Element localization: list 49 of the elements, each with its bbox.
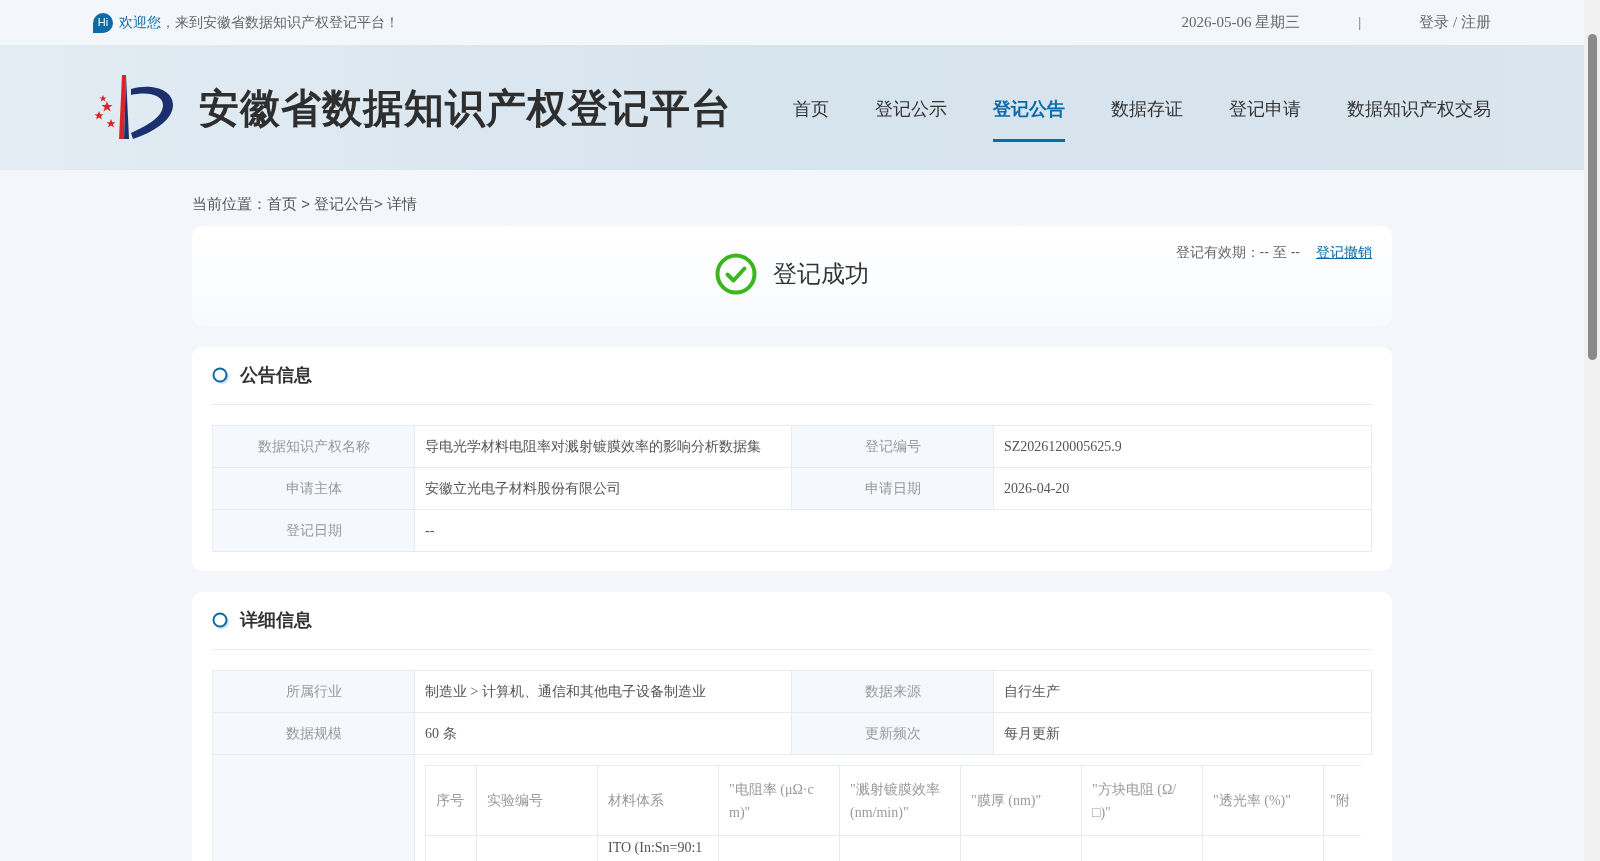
- nav-tab[interactable]: 登记公示: [875, 79, 947, 142]
- field-value: --: [415, 510, 1372, 552]
- field-label: 所属行业: [213, 671, 415, 713]
- table-header-cell: 材料体系: [597, 765, 719, 836]
- table-header-cell: 实验编号: [476, 765, 598, 836]
- table-header-cell: "附: [1323, 765, 1361, 836]
- field-label: 更新频次: [792, 713, 994, 755]
- table-header-cell: "膜厚 (nm)": [960, 765, 1082, 836]
- field-label: 数据规模: [213, 713, 415, 755]
- field-label: 申请日期: [792, 468, 994, 510]
- check-circle-icon: [715, 253, 757, 295]
- nav-tab[interactable]: 数据知识产权交易: [1347, 79, 1491, 142]
- date-text: 2026-05-06 星期三: [1181, 13, 1301, 33]
- field-value: 导电光学材料电阻率对溅射镀膜效率的影响分析数据集: [415, 426, 792, 468]
- field-value: 自行生产: [994, 671, 1372, 713]
- field-label: 登记日期: [213, 510, 415, 552]
- nav-tab[interactable]: 登记申请: [1229, 79, 1301, 142]
- field-value: 每月更新: [994, 713, 1372, 755]
- section-icon: [212, 366, 230, 385]
- revoke-link[interactable]: 登记撤销: [1316, 242, 1372, 263]
- section-title: 详细信息: [240, 609, 312, 632]
- nav-tab[interactable]: 首页: [793, 79, 829, 142]
- field-label: 登记编号: [792, 426, 994, 468]
- scrollbar[interactable]: [1584, 0, 1600, 861]
- separator: |: [1358, 13, 1362, 33]
- table-header-cell: "溅射镀膜效率 (nm/min)": [839, 765, 961, 836]
- welcome-text: 欢迎您，来到安徽省数据知识产权登记平台！: [119, 13, 399, 32]
- site-title: 安徽省数据知识产权登记平台: [199, 84, 732, 132]
- section-title: 公告信息: [240, 364, 312, 387]
- field-value: 60 条: [415, 713, 792, 755]
- field-value: SZ2026120005625.9: [994, 426, 1372, 468]
- validity-text: 登记有效期：-- 至 --: [1175, 243, 1300, 262]
- table-header-cell: 序号: [425, 765, 477, 836]
- field-value: 安徽立光电子材料股份有限公司: [415, 468, 792, 510]
- table-header-cell: "方块电阻 (Ω/□)": [1081, 765, 1203, 836]
- section-icon: [212, 611, 230, 630]
- status-text: 登记成功: [773, 259, 869, 289]
- breadcrumb: 当前位置：首页 > 登记公告> 详情: [192, 194, 419, 214]
- login-register-link[interactable]: 登录 / 注册: [1419, 11, 1491, 34]
- field-value: 制造业 > 计算机、通信和其他电子设备制造业: [415, 671, 792, 713]
- field-label: 数据知识产权名称: [213, 426, 415, 468]
- field-label: 数据来源: [792, 671, 994, 713]
- hi-icon: Hi: [93, 12, 113, 33]
- field-label: 申请主体: [213, 468, 415, 510]
- table-header-cell: "透光率 (%)": [1202, 765, 1324, 836]
- nav-tab[interactable]: 数据存证: [1111, 79, 1183, 142]
- table-header-cell: "电阻率 (μΩ·cm)": [718, 765, 840, 836]
- nav-tab[interactable]: 登记公告: [993, 79, 1065, 142]
- field-value: 2026-04-20: [994, 468, 1372, 510]
